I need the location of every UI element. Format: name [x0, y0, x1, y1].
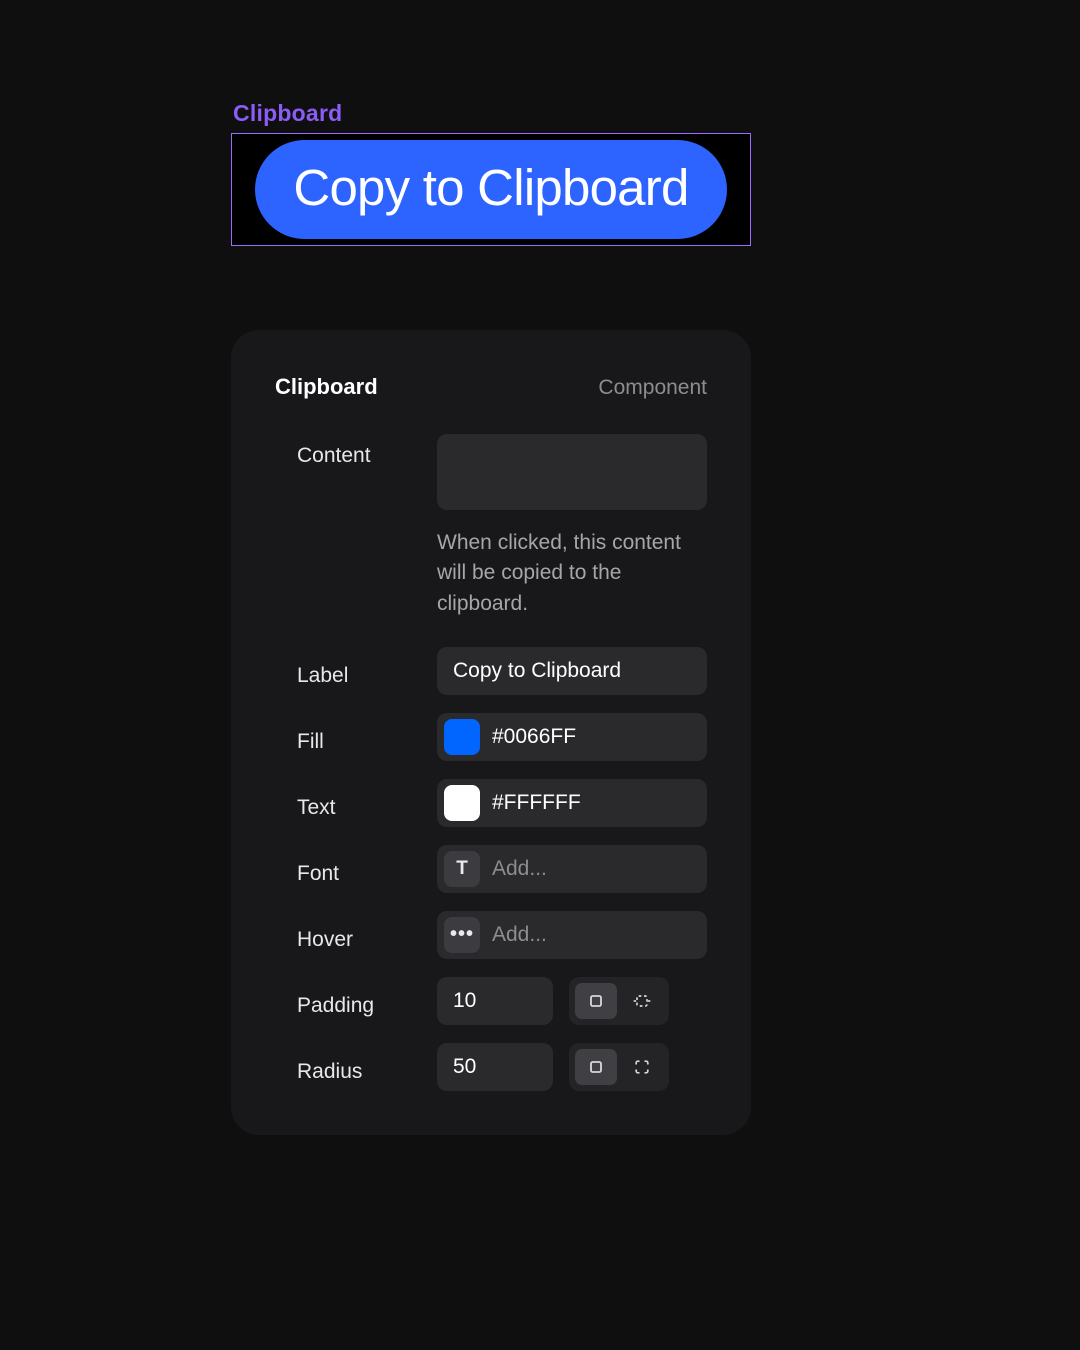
radius-uniform-icon: [586, 1057, 606, 1077]
fill-color-field[interactable]: #0066FF: [437, 713, 707, 761]
label-input[interactable]: [437, 647, 707, 695]
clipboard-button-preview[interactable]: Copy to Clipboard: [255, 140, 726, 239]
text-type-icon: T: [444, 851, 480, 887]
padding-mode-segmented: [569, 977, 669, 1025]
row-label: Label: [275, 647, 707, 695]
radius-independent-icon: [632, 1057, 652, 1077]
row-font: Font T Add...: [275, 845, 707, 893]
hover-field[interactable]: ••• Add...: [437, 911, 707, 959]
hover-placeholder: Add...: [492, 923, 547, 947]
selection-outline[interactable]: Copy to Clipboard: [231, 133, 751, 246]
text-swatch: [444, 785, 480, 821]
fill-label: Fill: [275, 720, 437, 754]
panel-type: Component: [598, 376, 707, 400]
text-color-field[interactable]: #FFFFFF: [437, 779, 707, 827]
content-help-text: When clicked, this content will be copie…: [437, 528, 707, 619]
radius-input[interactable]: [437, 1043, 553, 1091]
content-input[interactable]: [437, 434, 707, 510]
fill-swatch: [444, 719, 480, 755]
label-field-label: Label: [275, 654, 437, 688]
padding-mode-independent[interactable]: [621, 983, 663, 1019]
properties-panel: Clipboard Component Content When clicked…: [231, 330, 751, 1135]
row-content: Content: [275, 434, 707, 510]
padding-uniform-icon: [586, 991, 606, 1011]
padding-input[interactable]: [437, 977, 553, 1025]
padding-label: Padding: [275, 984, 437, 1018]
radius-mode-independent[interactable]: [621, 1049, 663, 1085]
panel-header: Clipboard Component: [275, 374, 707, 400]
font-field[interactable]: T Add...: [437, 845, 707, 893]
more-icon: •••: [444, 917, 480, 953]
text-label: Text: [275, 786, 437, 820]
padding-mode-uniform[interactable]: [575, 983, 617, 1019]
panel-title: Clipboard: [275, 374, 378, 400]
row-fill: Fill #0066FF: [275, 713, 707, 761]
font-label: Font: [275, 852, 437, 886]
text-value: #FFFFFF: [492, 791, 581, 815]
fill-value: #0066FF: [492, 725, 576, 749]
radius-mode-segmented: [569, 1043, 669, 1091]
canvas-preview: Clipboard Copy to Clipboard: [231, 100, 751, 246]
row-hover: Hover ••• Add...: [275, 911, 707, 959]
padding-independent-icon: [632, 991, 652, 1011]
radius-label: Radius: [275, 1050, 437, 1084]
content-label: Content: [275, 434, 437, 468]
font-placeholder: Add...: [492, 857, 547, 881]
row-text: Text #FFFFFF: [275, 779, 707, 827]
hover-label: Hover: [275, 918, 437, 952]
component-tag: Clipboard: [233, 100, 751, 127]
row-radius: Radius: [275, 1043, 707, 1091]
row-padding: Padding: [275, 977, 707, 1025]
radius-mode-uniform[interactable]: [575, 1049, 617, 1085]
